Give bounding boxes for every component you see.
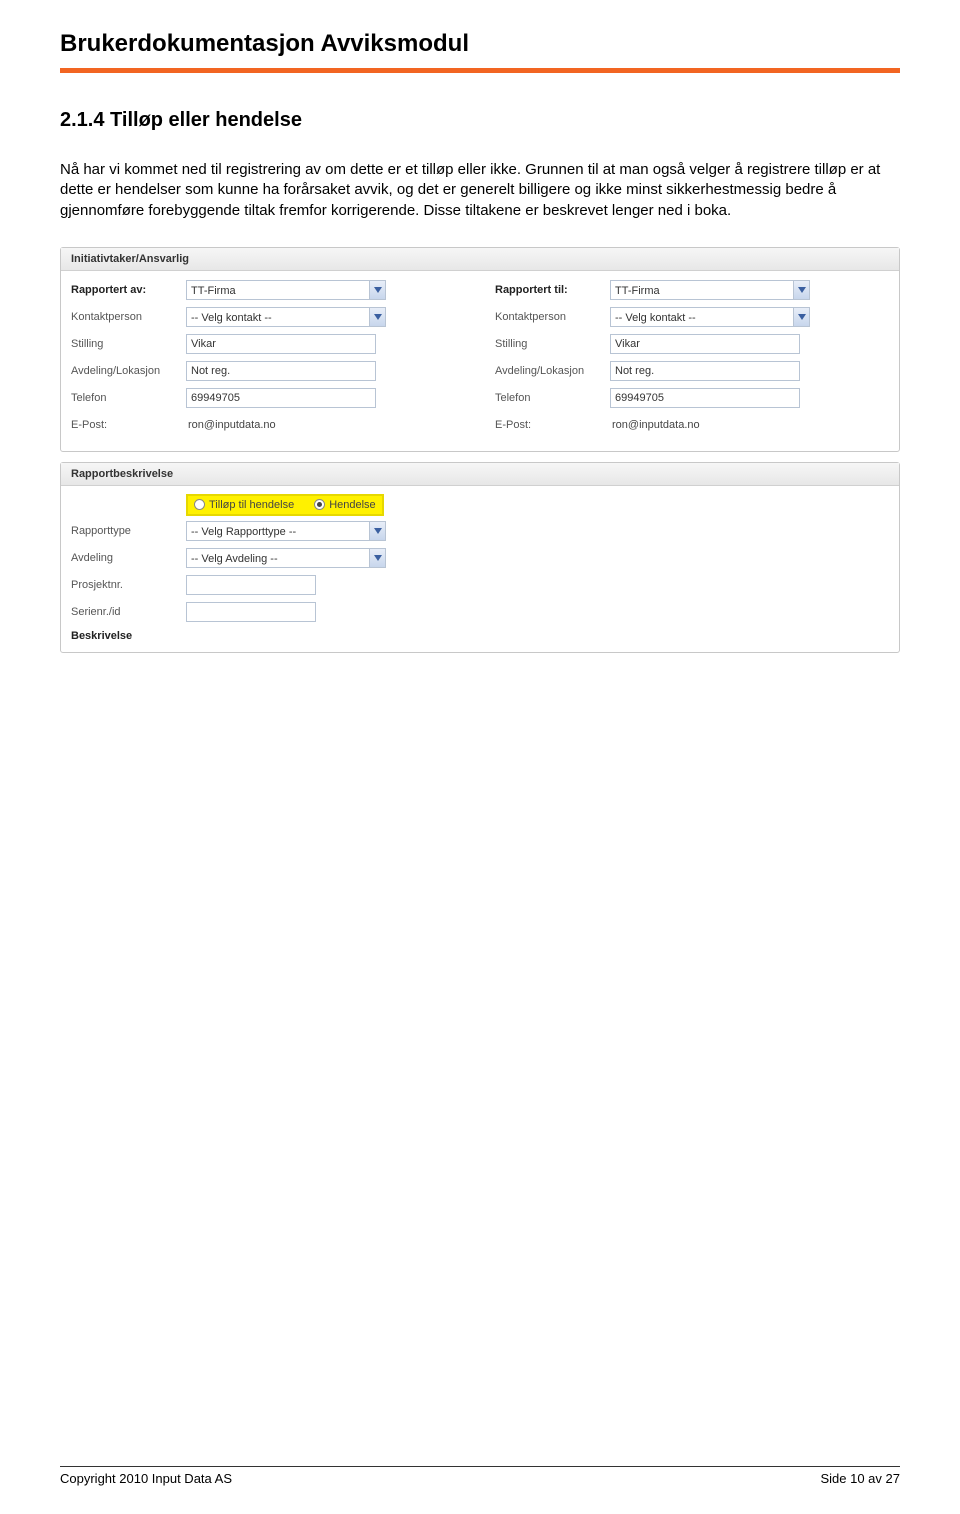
input-stilling-left[interactable] [186,334,376,354]
chevron-down-icon [793,308,809,326]
radio-hendelse[interactable]: Hendelse [314,499,375,511]
input-stilling-right[interactable] [610,334,800,354]
chevron-down-icon [369,549,385,567]
label-telefon-left: Telefon [71,392,186,404]
label-stilling-left: Stilling [71,338,186,350]
column-rapportert-til: Rapportert til: TT-Firma Kontaktperson -… [495,279,889,441]
label-kontaktperson-left: Kontaktperson [71,311,186,323]
label-rapportert-av: Rapportert av: [71,284,186,296]
column-rapportert-av: Rapportert av: TT-Firma Kontaktperson --… [71,279,465,441]
input-prosjektnr[interactable] [186,575,316,595]
chevron-down-icon [793,281,809,299]
input-avdeling-right[interactable] [610,361,800,381]
input-telefon-left[interactable] [186,388,376,408]
select-rapportert-til[interactable]: TT-Firma [610,280,810,300]
label-avdeling: Avdeling [71,552,186,564]
radio-hendelse-label: Hendelse [329,499,375,511]
label-beskrivelse: Beskrivelse [71,628,889,642]
input-telefon-right[interactable] [610,388,800,408]
panel-head-initiativtaker: Initiativtaker/Ansvarlig [61,248,899,271]
label-prosjektnr: Prosjektnr. [71,579,186,591]
page-footer: Copyright 2010 Input Data AS Side 10 av … [60,1466,900,1486]
select-rapporttype[interactable]: -- Velg Rapporttype -- [186,521,386,541]
radio-icon [314,499,325,510]
label-telefon-right: Telefon [495,392,610,404]
input-avdeling-left[interactable] [186,361,376,381]
chevron-down-icon [369,308,385,326]
footer-page-number: Side 10 av 27 [820,1471,900,1486]
select-kontaktperson-right[interactable]: -- Velg kontakt -- [610,307,810,327]
label-epost-right: E-Post: [495,419,610,431]
select-kontaktperson-left[interactable]: -- Velg kontakt -- [186,307,386,327]
chevron-down-icon [369,281,385,299]
select-rapportert-av-value: TT-Firma [186,280,386,300]
label-rapporttype: Rapporttype [71,525,186,537]
label-avdeling-left: Avdeling/Lokasjon [71,365,186,377]
chevron-down-icon [369,522,385,540]
label-stilling-right: Stilling [495,338,610,350]
section-heading: 2.1.4 Tilløp eller hendelse [60,109,900,132]
radio-tillop[interactable]: Tilløp til hendelse [194,499,294,511]
radio-icon [194,499,205,510]
select-kontaktperson-left-value: -- Velg kontakt -- [186,307,386,327]
label-serienr: Serienr./id [71,606,186,618]
panel-initiativtaker: Initiativtaker/Ansvarlig Rapportert av: … [60,247,900,452]
select-avdeling-value: -- Velg Avdeling -- [186,548,386,568]
select-avdeling[interactable]: -- Velg Avdeling -- [186,548,386,568]
doc-title: Brukerdokumentasjon Avviksmodul [60,30,900,58]
section-paragraph: Nå har vi kommet ned til registrering av… [60,160,900,221]
panel-head-rapportbeskrivelse: Rapportbeskrivelse [61,463,899,486]
radio-tillop-label: Tilløp til hendelse [209,499,294,511]
label-rapportert-til: Rapportert til: [495,284,610,296]
select-rapportert-til-value: TT-Firma [610,280,810,300]
footer-copyright: Copyright 2010 Input Data AS [60,1471,232,1486]
label-avdeling-right: Avdeling/Lokasjon [495,365,610,377]
radio-group-hendelsetype: Tilløp til hendelse Hendelse [186,494,384,516]
text-epost-left: ron@inputdata.no [186,419,276,431]
label-epost-left: E-Post: [71,419,186,431]
input-serienr[interactable] [186,602,316,622]
select-rapporttype-value: -- Velg Rapporttype -- [186,521,386,541]
select-kontaktperson-right-value: -- Velg kontakt -- [610,307,810,327]
text-epost-right: ron@inputdata.no [610,419,700,431]
select-rapportert-av[interactable]: TT-Firma [186,280,386,300]
label-kontaktperson-right: Kontaktperson [495,311,610,323]
panel-rapportbeskrivelse: Rapportbeskrivelse Tilløp til hendelse H… [60,462,900,653]
title-divider [60,68,900,73]
